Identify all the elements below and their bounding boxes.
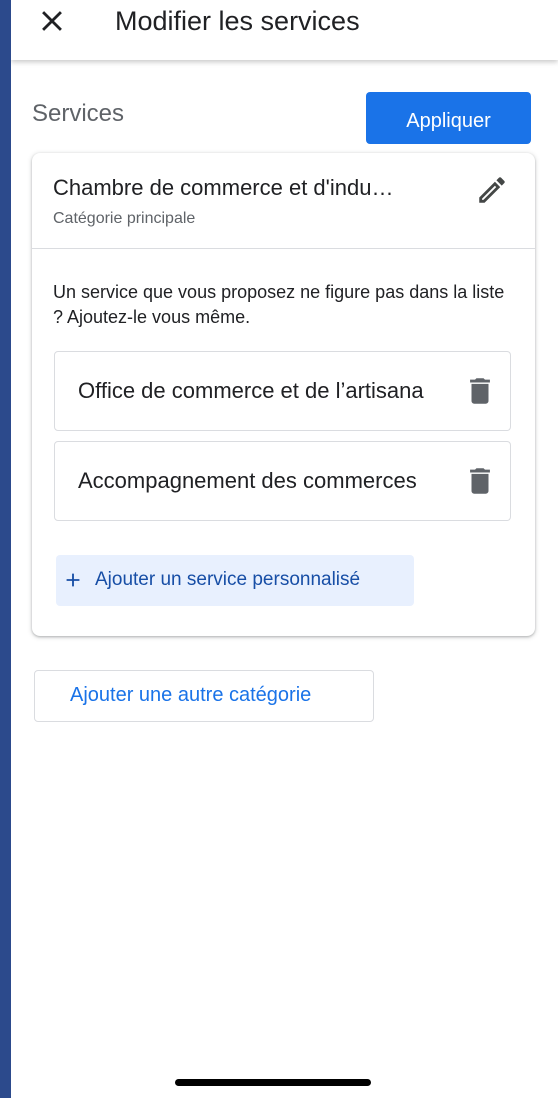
delete-service-button[interactable] bbox=[463, 374, 497, 408]
trash-icon bbox=[470, 468, 490, 494]
service-item[interactable]: Accompagnement des commerces bbox=[54, 441, 511, 521]
help-text: Un service que vous proposez ne figure p… bbox=[53, 282, 505, 327]
delete-service-button[interactable] bbox=[463, 464, 497, 498]
service-name: Office de commerce et de l’artisana bbox=[78, 378, 424, 403]
add-category-label: Ajouter une autre catégorie bbox=[70, 684, 312, 706]
category-title: Chambre de commerce et d'indu… bbox=[53, 175, 394, 200]
add-category-button[interactable]: Ajouter une autre catégorie bbox=[34, 670, 374, 722]
category-subtitle: Catégorie principale bbox=[53, 210, 196, 227]
edit-services-screen: Modifier les services Services Appliquer… bbox=[11, 0, 558, 1098]
apply-button[interactable]: Appliquer bbox=[366, 92, 531, 144]
add-custom-service-button[interactable]: Ajouter un service personnalisé bbox=[56, 555, 414, 606]
home-indicator[interactable] bbox=[175, 1079, 371, 1086]
trash-icon bbox=[470, 378, 490, 404]
plus-icon bbox=[66, 573, 80, 587]
close-button[interactable] bbox=[35, 4, 69, 38]
services-section-label: Services bbox=[32, 100, 125, 127]
close-icon bbox=[42, 11, 62, 31]
background-strip bbox=[0, 0, 11, 1098]
service-item[interactable]: Office de commerce et de l’artisana bbox=[54, 351, 511, 431]
edit-category-button[interactable] bbox=[475, 173, 509, 207]
top-app-bar: Modifier les services bbox=[11, 0, 558, 60]
pencil-icon bbox=[479, 177, 505, 203]
add-custom-service-label: Ajouter un service personnalisé bbox=[95, 569, 361, 590]
page-title: Modifier les services bbox=[115, 6, 360, 36]
card-divider bbox=[32, 248, 535, 249]
category-card: Chambre de commerce et d'indu… Catégorie… bbox=[32, 153, 535, 636]
service-name: Accompagnement des commerces bbox=[78, 468, 417, 493]
